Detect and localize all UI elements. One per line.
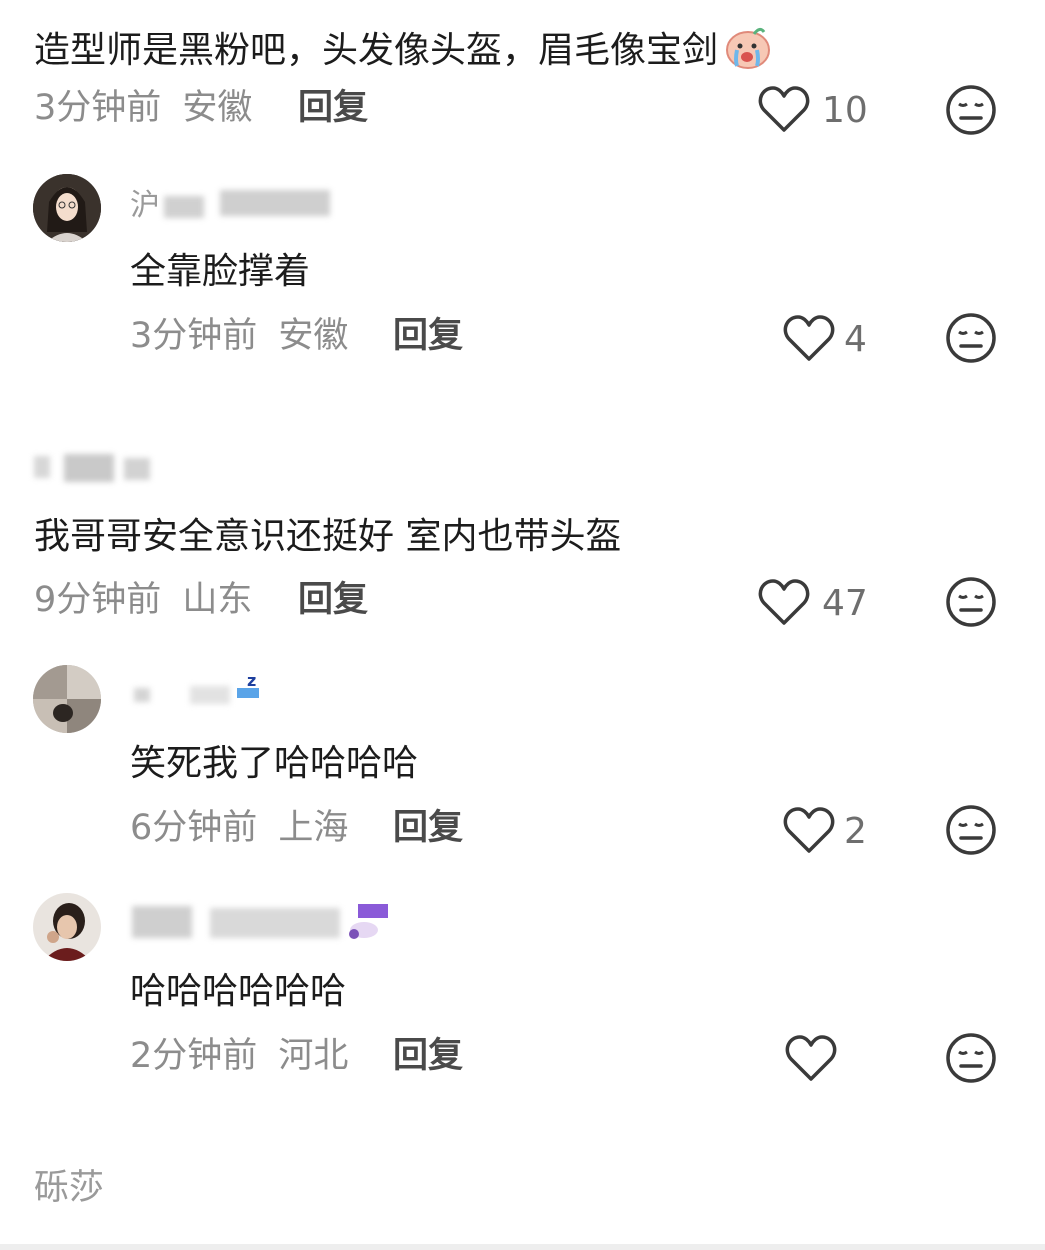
neutral-face-icon[interactable] bbox=[945, 312, 997, 364]
comment-time: 6分钟前 bbox=[130, 808, 258, 848]
heart-icon[interactable] bbox=[785, 1033, 837, 1083]
like-count: 47 bbox=[822, 583, 868, 624]
comment-location: 河北 bbox=[278, 1036, 349, 1076]
sleep-badge-icon: z bbox=[235, 671, 265, 700]
username[interactable] bbox=[130, 900, 395, 944]
reply-button[interactable]: 回复 bbox=[298, 578, 368, 622]
comment-location: 安徽 bbox=[278, 316, 349, 356]
comment-location: 山东 bbox=[182, 580, 253, 620]
comment-time: 9分钟前 bbox=[34, 580, 162, 620]
comment-time: 3分钟前 bbox=[34, 88, 162, 128]
comment-time: 3分钟前 bbox=[130, 316, 258, 356]
divider bbox=[0, 1244, 1045, 1250]
neutral-face-icon[interactable] bbox=[945, 1032, 997, 1084]
reply-button[interactable]: 回复 bbox=[393, 1034, 463, 1078]
reply-button[interactable]: 回复 bbox=[393, 314, 463, 358]
comment-text: 我哥哥安全意识还挺好 室内也带头盔 bbox=[34, 516, 622, 557]
avatar[interactable] bbox=[33, 174, 101, 242]
username[interactable]: 砾莎 bbox=[34, 1166, 104, 1210]
neutral-face-icon[interactable] bbox=[945, 576, 997, 628]
comment-text: 造型师是黑粉吧，头发像头盔，眉毛像宝剑 bbox=[34, 30, 719, 71]
heart-icon[interactable] bbox=[758, 577, 810, 627]
comment-location: 安徽 bbox=[182, 88, 253, 128]
comment-text: 笑死我了哈哈哈哈 bbox=[130, 743, 419, 784]
comment-text: 哈哈哈哈哈哈 bbox=[130, 971, 347, 1012]
heart-icon[interactable] bbox=[758, 84, 810, 134]
avatar[interactable] bbox=[33, 893, 101, 961]
avatar[interactable] bbox=[33, 665, 101, 733]
username[interactable]: 沪 bbox=[130, 184, 335, 223]
neutral-face-icon[interactable] bbox=[945, 804, 997, 856]
heart-icon[interactable] bbox=[783, 313, 835, 363]
neutral-face-icon[interactable] bbox=[945, 84, 997, 136]
like-count: 10 bbox=[822, 90, 868, 131]
comment-time: 2分钟前 bbox=[130, 1036, 258, 1076]
bird-badge-icon bbox=[344, 900, 392, 944]
reply-button[interactable]: 回复 bbox=[393, 806, 463, 850]
like-count: 2 bbox=[844, 811, 867, 852]
username[interactable]: z bbox=[130, 671, 270, 712]
username[interactable] bbox=[34, 452, 152, 484]
comment-text: 全靠脸撑着 bbox=[130, 251, 311, 292]
svg-text:z: z bbox=[247, 672, 256, 690]
heart-icon[interactable] bbox=[783, 805, 835, 855]
comment-location: 上海 bbox=[278, 808, 349, 848]
like-count: 4 bbox=[844, 319, 867, 360]
reply-button[interactable]: 回复 bbox=[298, 86, 368, 130]
crying-baby-emoji-icon bbox=[723, 24, 773, 70]
